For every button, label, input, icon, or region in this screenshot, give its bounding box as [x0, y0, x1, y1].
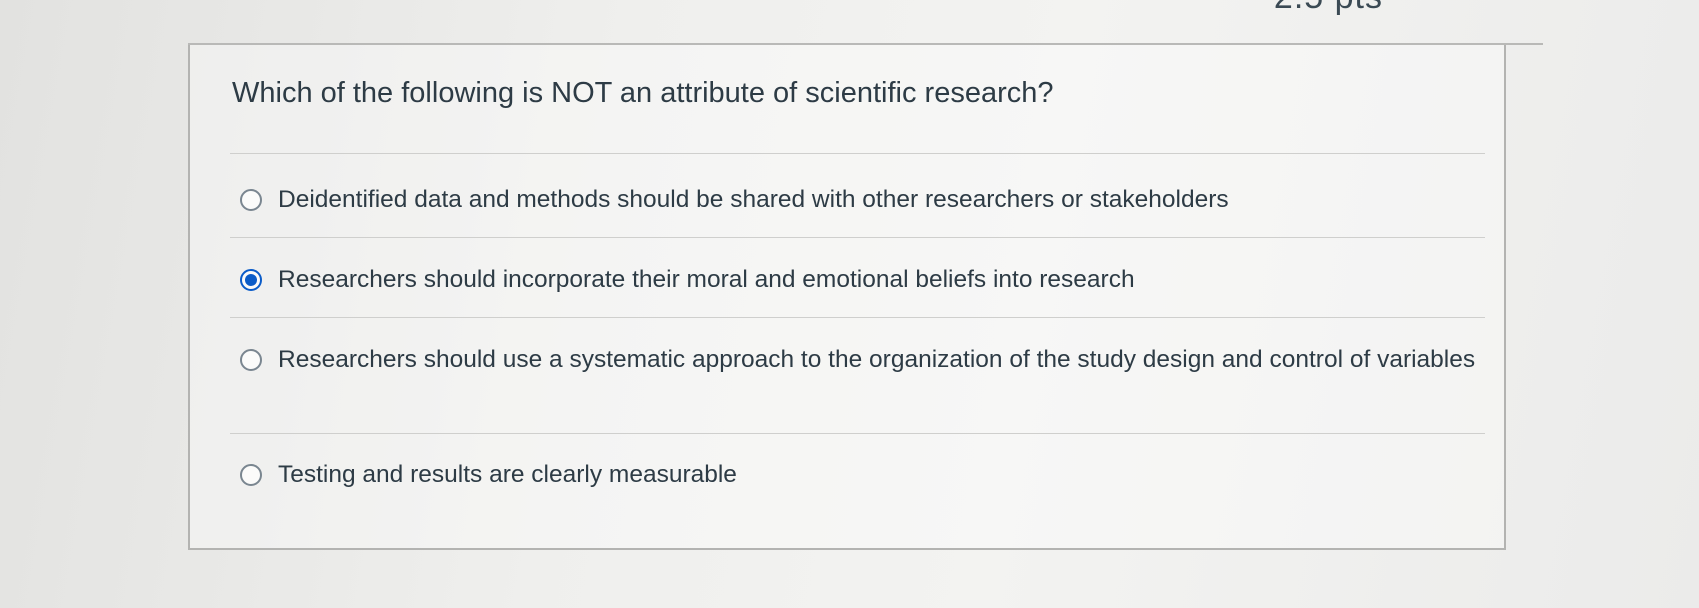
answer-option-4[interactable]: Testing and results are clearly measurab… — [240, 455, 1478, 495]
points-label: 2.5 pts — [1274, 0, 1383, 17]
answer-option-2[interactable]: Researchers should incorporate their mor… — [240, 260, 1478, 300]
radio-button[interactable] — [240, 349, 262, 371]
radio-button[interactable] — [240, 189, 262, 211]
answer-label: Testing and results are clearly measurab… — [278, 461, 737, 488]
separator — [230, 237, 1485, 238]
answer-option-3[interactable]: Researchers should use a systematic appr… — [240, 340, 1478, 380]
question-text: Which of the following is NOT an attribu… — [232, 77, 1054, 109]
separator — [230, 153, 1485, 154]
question-header: 2.5 pts — [188, 0, 1543, 45]
answer-label: Deidentified data and methods should be … — [278, 186, 1229, 213]
answer-option-1[interactable]: Deidentified data and methods should be … — [240, 180, 1478, 220]
separator — [230, 317, 1485, 318]
question-card: Which of the following is NOT an attribu… — [188, 45, 1506, 550]
answer-label: Researchers should use a systematic appr… — [278, 346, 1476, 373]
answer-label: Researchers should incorporate their mor… — [278, 266, 1135, 293]
radio-button-selected[interactable] — [240, 269, 262, 291]
radio-button[interactable] — [240, 464, 262, 486]
quiz-screen: 2.5 pts Which of the following is NOT an… — [0, 0, 1699, 608]
separator — [230, 433, 1485, 434]
